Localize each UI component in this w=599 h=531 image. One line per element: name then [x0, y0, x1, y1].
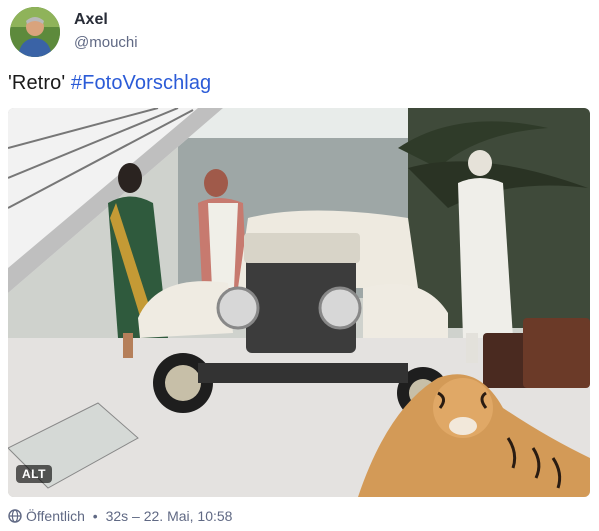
post-text: 'Retro' #FotoVorschlag [8, 72, 211, 95]
alt-text-badge[interactable]: ALT [16, 465, 52, 483]
visibility-label[interactable]: Öffentlich [26, 508, 85, 524]
meta-separator: • [88, 508, 102, 524]
account-handle[interactable]: @mouchi [74, 34, 138, 51]
museum-car-photo [8, 108, 590, 497]
post-header: Axel @mouchi [10, 7, 590, 59]
post-text-prefix: 'Retro' [8, 72, 71, 94]
post-image[interactable]: ALT [8, 108, 590, 497]
display-name[interactable]: Axel [74, 11, 108, 29]
timestamp[interactable]: 32s – 22. Mai, 10:58 [106, 508, 233, 524]
avatar[interactable] [10, 7, 60, 57]
globe-icon [8, 509, 22, 523]
hashtag-link[interactable]: #FotoVorschlag [71, 72, 211, 94]
post-meta: Öffentlich • 32s – 22. Mai, 10:58 [8, 508, 232, 524]
